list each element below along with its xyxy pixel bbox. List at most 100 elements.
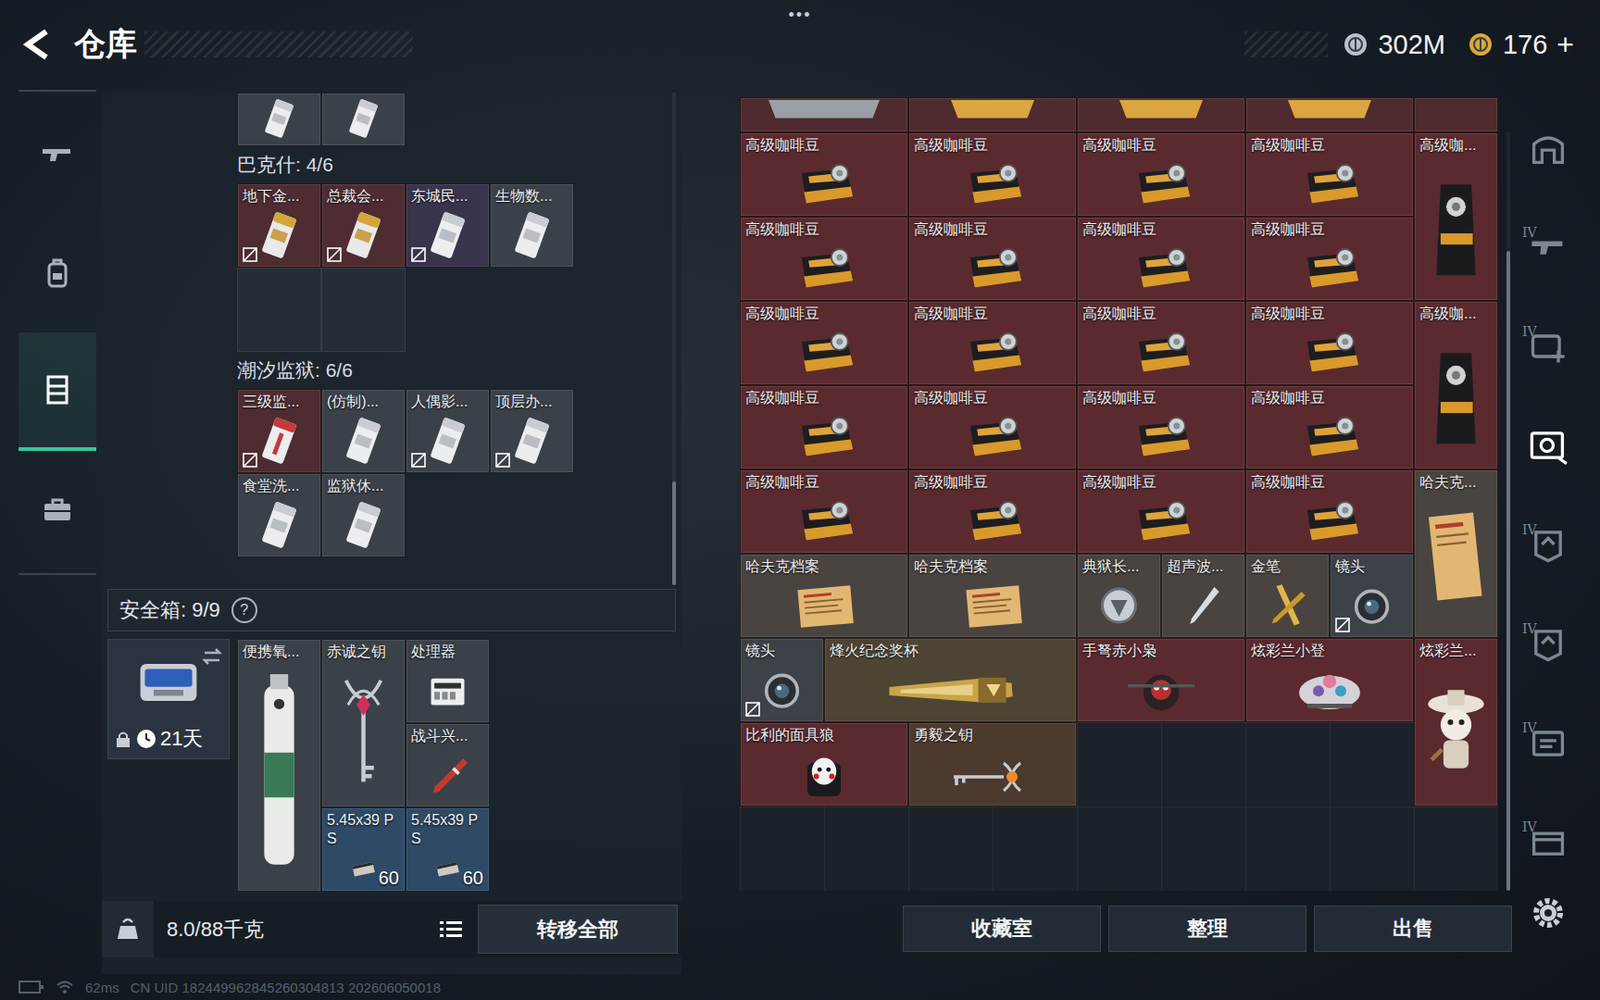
item-cell[interactable]: 高级咖啡豆 [1245, 216, 1414, 301]
item-label: 高级咖啡豆 [1077, 133, 1245, 155]
action-button[interactable]: 出售 [1313, 905, 1513, 952]
item-cell[interactable] [321, 92, 406, 147]
list-button[interactable] [427, 900, 475, 958]
item-cell[interactable]: 高级咖啡豆 [908, 132, 1077, 217]
item-cell[interactable] [1076, 97, 1246, 133]
scrollbar-thumb[interactable] [1506, 250, 1511, 891]
item-cell[interactable]: 人偶影... [405, 388, 490, 474]
nav-tab[interactable] [18, 332, 97, 451]
item-cell[interactable]: 勇毅之钥 [908, 722, 1077, 807]
category-tab[interactable]: IV [1520, 692, 1576, 792]
scrollbar[interactable] [672, 92, 676, 586]
item-label: 高级咖啡豆 [1246, 386, 1413, 408]
item-cell[interactable]: 高级咖啡豆 [908, 216, 1077, 301]
item-cell[interactable] [237, 92, 322, 147]
item-cell[interactable]: 高级咖啡豆 [1245, 469, 1414, 554]
item-label: 高级咖啡豆 [1077, 470, 1245, 492]
category-tab[interactable]: IV [1520, 296, 1576, 396]
category-tab[interactable]: IV [1520, 197, 1576, 297]
item-cell[interactable]: 超声波... [1161, 553, 1246, 638]
item-cell[interactable]: 典狱长... [1076, 553, 1162, 638]
item-cell[interactable]: 比利的面具狼 [739, 722, 909, 807]
item-cell[interactable]: 高级咖啡豆 [1076, 385, 1246, 470]
item-cell[interactable]: 金笔 [1245, 553, 1330, 638]
item-cell[interactable]: 高级咖啡豆 [908, 385, 1077, 470]
empty-slot[interactable] [321, 267, 406, 352]
keycard-white-icon [237, 495, 321, 557]
back-arrow-icon[interactable] [18, 25, 56, 63]
item-cell[interactable]: 手弩赤小枭 [1076, 637, 1246, 723]
currency-amount: 176 [1502, 29, 1548, 61]
scrollbar[interactable] [1506, 132, 1511, 891]
item-cell[interactable]: 高级咖啡豆 [739, 385, 909, 470]
more-menu[interactable]: ••• [788, 5, 813, 25]
top-bar: 仓库•••302M176+ [0, 0, 1600, 89]
item-cell[interactable]: 食堂洗... [237, 473, 322, 558]
item-cell[interactable]: 便携氧... [237, 638, 322, 892]
item-cell[interactable]: 高级咖啡豆 [739, 132, 909, 217]
expiry-days: 21天 [160, 725, 203, 753]
item-cell[interactable]: 总裁会... [321, 183, 406, 268]
item-cell[interactable]: 高级咖啡豆 [1076, 132, 1246, 217]
item-cell[interactable]: 生物数... [489, 183, 575, 268]
item-cell[interactable]: 高级咖啡豆 [1076, 469, 1246, 554]
item-cell[interactable]: 炫彩兰... [1413, 637, 1499, 807]
item-cell[interactable]: 监狱休... [321, 473, 406, 558]
item-cell[interactable]: 高级咖啡豆 [908, 300, 1077, 386]
item-cell[interactable]: 高级咖啡豆 [908, 469, 1077, 554]
scrollbar-thumb[interactable] [672, 481, 676, 586]
item-cell[interactable]: 赤诚之钥 [321, 638, 406, 808]
item-cell[interactable]: 镜头 [739, 637, 825, 723]
item-label: 处理器 [406, 639, 489, 662]
item-cell[interactable]: 高级咖啡豆 [739, 469, 909, 554]
action-button[interactable]: 收藏室 [902, 905, 1101, 952]
item-cell[interactable]: 5.45x39 PS60 [405, 807, 490, 892]
item-cell[interactable]: 高级咖... [1413, 132, 1499, 301]
item-cell[interactable]: 地下金... [237, 183, 322, 268]
nav-tab[interactable] [18, 450, 97, 570]
category-tab[interactable]: IV [1520, 791, 1576, 891]
item-cell[interactable]: 高级咖啡豆 [739, 300, 909, 386]
safe-case[interactable]: 21天 [107, 638, 230, 760]
nav-tab[interactable] [18, 95, 97, 214]
item-cell[interactable] [739, 97, 909, 133]
category-tab[interactable] [1520, 395, 1576, 495]
section-grid: 地下金...总裁会...东城民...生物数... [237, 183, 667, 352]
item-cell[interactable]: 高级咖啡豆 [1245, 385, 1414, 470]
add-currency-button[interactable]: + [1556, 27, 1575, 63]
item-cell[interactable]: (仿制)... [321, 388, 406, 474]
item-cell[interactable]: 哈夫克档案 [739, 553, 909, 638]
item-cell[interactable] [1245, 97, 1414, 133]
item-cell[interactable]: 处理器 [405, 638, 490, 724]
item-cell[interactable]: 烽火纪念奖杯 [824, 637, 1077, 723]
item-cell[interactable] [908, 97, 1077, 133]
action-button[interactable]: 整理 [1108, 905, 1307, 952]
item-cell[interactable]: 战斗兴... [405, 723, 490, 808]
nav-tab[interactable] [18, 213, 97, 333]
item-cell[interactable]: 高级咖啡豆 [1076, 216, 1246, 301]
item-cell[interactable]: 5.45x39 PS60 [321, 807, 406, 892]
item-label: 高级咖啡豆 [740, 470, 908, 492]
item-cell[interactable]: 高级咖啡豆 [1076, 300, 1246, 386]
item-cell[interactable]: 高级咖... [1413, 300, 1499, 470]
gear-icon[interactable] [1529, 894, 1567, 932]
item-cell[interactable]: 顶层办... [489, 388, 575, 474]
category-tab[interactable]: IV [1520, 593, 1576, 693]
help-button[interactable]: ? [231, 597, 258, 624]
item-label: 生物数... [490, 184, 574, 206]
category-tab[interactable]: IV [1520, 494, 1576, 594]
item-cell[interactable]: 三级监... [237, 388, 322, 474]
item-cell[interactable]: 高级咖啡豆 [1245, 132, 1414, 217]
transfer-all-button[interactable]: 转移全部 [477, 904, 678, 954]
item-cell[interactable]: 高级咖啡豆 [739, 216, 909, 301]
item-cell[interactable]: 哈夫克档案 [908, 553, 1077, 638]
item-cell[interactable]: 高级咖啡豆 [1245, 300, 1414, 386]
category-tab[interactable] [1520, 98, 1576, 198]
item-cell[interactable]: 炫彩兰小登 [1245, 637, 1414, 723]
item-label: 高级咖啡豆 [1077, 301, 1245, 324]
item-cell[interactable]: 东城民... [405, 183, 490, 268]
item-cell[interactable]: 哈夫克... [1413, 469, 1499, 638]
item-cell[interactable] [1413, 97, 1499, 133]
empty-slot[interactable] [237, 267, 322, 352]
item-cell[interactable]: 镜头 [1329, 553, 1414, 638]
